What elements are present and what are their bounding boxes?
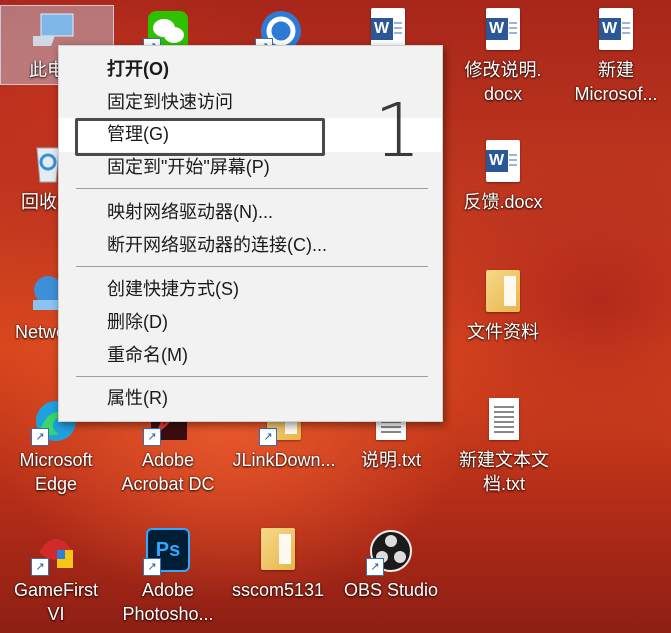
menu-separator (76, 376, 428, 377)
desktop-icon-label-line2: docx (483, 84, 523, 104)
desktop-icon-label: Microsoft (19, 450, 93, 470)
menu-separator (76, 266, 428, 267)
menu-item-pin-quick-access[interactable]: 固定到快速访问 (107, 89, 233, 115)
photoshop-icon: Ps ↗ (143, 528, 191, 576)
desktop-icon-feedback-doc[interactable]: W 反馈.docx (455, 140, 551, 214)
menu-item-map-drive[interactable]: 映射网络驱动器(N)... (107, 199, 273, 225)
desktop-icon-obs[interactable]: ↗ OBS Studio (337, 528, 445, 602)
shortcut-arrow-icon: ↗ (366, 558, 384, 576)
desktop-icon-label-line2: Acrobat DC (121, 474, 215, 494)
desktop-icon-label: sscom5131 (231, 580, 325, 600)
menu-item-open[interactable]: 打开(O) (107, 56, 169, 82)
word-doc-icon: W (593, 8, 639, 54)
folder-icon (480, 270, 526, 316)
desktop-icon-modify-doc[interactable]: W 修改说明. docx (455, 8, 551, 106)
desktop-icon-label: 说明.txt (360, 450, 421, 470)
desktop-icon-label: 文件资料 (467, 322, 539, 342)
shortcut-arrow-icon: ↗ (143, 558, 161, 576)
gamefirst-icon: ↗ (31, 528, 79, 576)
shortcut-arrow-icon: ↗ (143, 428, 161, 446)
desktop-icon-sscom[interactable]: sscom5131 (230, 528, 326, 602)
desktop-icon-label-line2: VI (47, 604, 65, 624)
desktop-icon-label: GameFirst (13, 580, 98, 600)
desktop-icon-label-line2: Edge (34, 474, 78, 494)
word-doc-icon: W (480, 8, 526, 54)
menu-separator (76, 188, 428, 189)
desktop-icon-label-line2: 档.txt (482, 474, 525, 494)
menu-item-rename[interactable]: 重命名(M) (107, 342, 188, 368)
desktop-icon-label: 反馈.docx (463, 192, 543, 212)
desktop-icon-label-line2: Microsof... (574, 84, 658, 104)
word-doc-icon: W (480, 140, 526, 186)
context-menu: 打开(O) 固定到快速访问 管理(G) 1 固定到"开始"屏幕(P) 映射网络驱… (58, 45, 443, 422)
menu-item-properties[interactable]: 属性(R) (107, 385, 168, 411)
manage-highlight-box (75, 118, 325, 156)
menu-item-delete[interactable]: 删除(D) (107, 309, 168, 335)
text-file-icon (481, 398, 527, 444)
desktop-icon-folder-files[interactable]: 文件资料 (455, 270, 551, 344)
desktop-icon-label-line2: Photosho... (122, 604, 214, 624)
shortcut-arrow-icon: ↗ (31, 558, 49, 576)
desktop-icon-gamefirst[interactable]: ↗ GameFirst VI (8, 528, 104, 626)
desktop-icon-new-txt[interactable]: 新建文本文 档.txt (452, 398, 556, 496)
desktop-icon-label: 新建 (598, 60, 634, 80)
shortcut-arrow-icon: ↗ (259, 428, 277, 446)
desktop-icon-label: Adobe (141, 450, 195, 470)
desktop-icon-label: Adobe (141, 580, 195, 600)
folder-icon (255, 528, 301, 574)
menu-item-create-shortcut[interactable]: 创建快捷方式(S) (107, 276, 239, 302)
desktop-icon-label: 修改说明. (464, 60, 542, 80)
step-annotation: 1 (374, 88, 422, 174)
desktop-icon-label: OBS Studio (343, 580, 439, 600)
shortcut-arrow-icon: ↗ (31, 428, 49, 446)
desktop-icon-label: 新建文本文 (459, 450, 549, 470)
obs-icon: ↗ (366, 528, 414, 576)
desktop-icon-photoshop[interactable]: Ps ↗ Adobe Photosho... (120, 528, 216, 626)
menu-item-disconnect-drive[interactable]: 断开网络驱动器的连接(C)... (107, 232, 327, 258)
desktop-icon-new-word-doc[interactable]: W 新建 Microsof... (566, 8, 666, 106)
menu-item-pin-start[interactable]: 固定到"开始"屏幕(P) (107, 154, 270, 180)
desktop-icon-label: JLinkDown... (232, 450, 336, 470)
